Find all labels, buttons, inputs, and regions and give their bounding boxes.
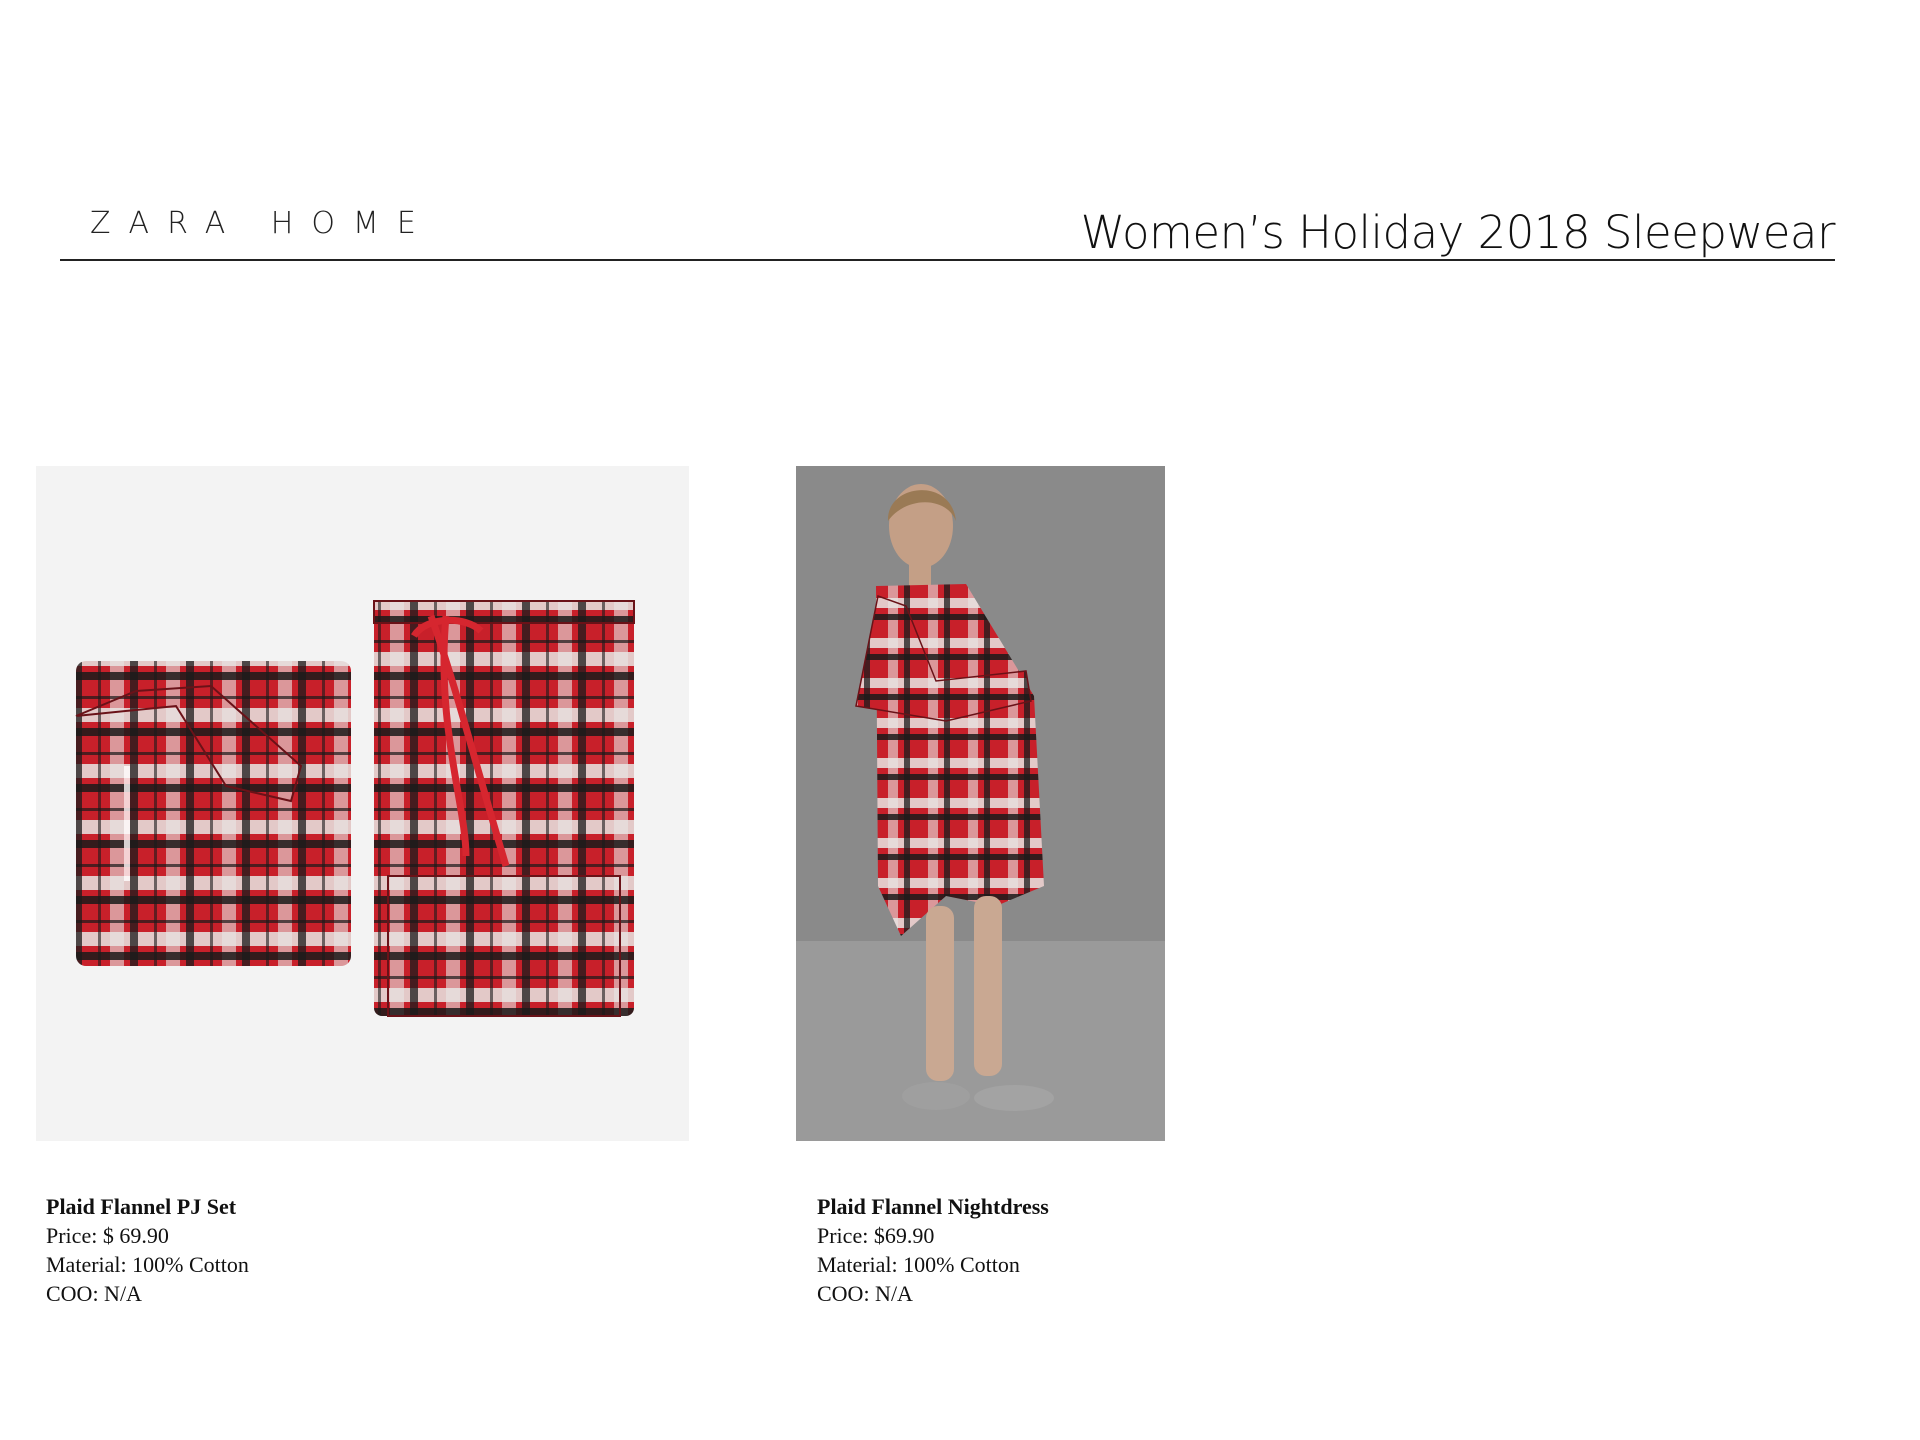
product-price: Price: $ 69.90 bbox=[46, 1223, 169, 1248]
product-details-pj-set: Plaid Flannel PJ Set Price: $ 69.90 Mate… bbox=[46, 1192, 249, 1308]
product-material: Material: 100% Cotton bbox=[817, 1252, 1020, 1277]
product-details-nightdress: Plaid Flannel Nightdress Price: $69.90 M… bbox=[817, 1192, 1049, 1308]
header-divider bbox=[60, 259, 1835, 261]
product-material: Material: 100% Cotton bbox=[46, 1252, 249, 1277]
product-image-pj-set bbox=[36, 466, 689, 1141]
product-coo: COO: N/A bbox=[46, 1281, 142, 1306]
product-image-nightdress bbox=[796, 466, 1165, 1141]
page-title: Women’s Holiday 2018 Sleepwear bbox=[1080, 206, 1836, 259]
product-price: Price: $69.90 bbox=[817, 1223, 935, 1248]
product-name: Plaid Flannel PJ Set bbox=[46, 1194, 237, 1219]
product-name: Plaid Flannel Nightdress bbox=[817, 1194, 1049, 1219]
product-coo: COO: N/A bbox=[817, 1281, 913, 1306]
brand-logo: ZARA HOME bbox=[90, 206, 434, 241]
